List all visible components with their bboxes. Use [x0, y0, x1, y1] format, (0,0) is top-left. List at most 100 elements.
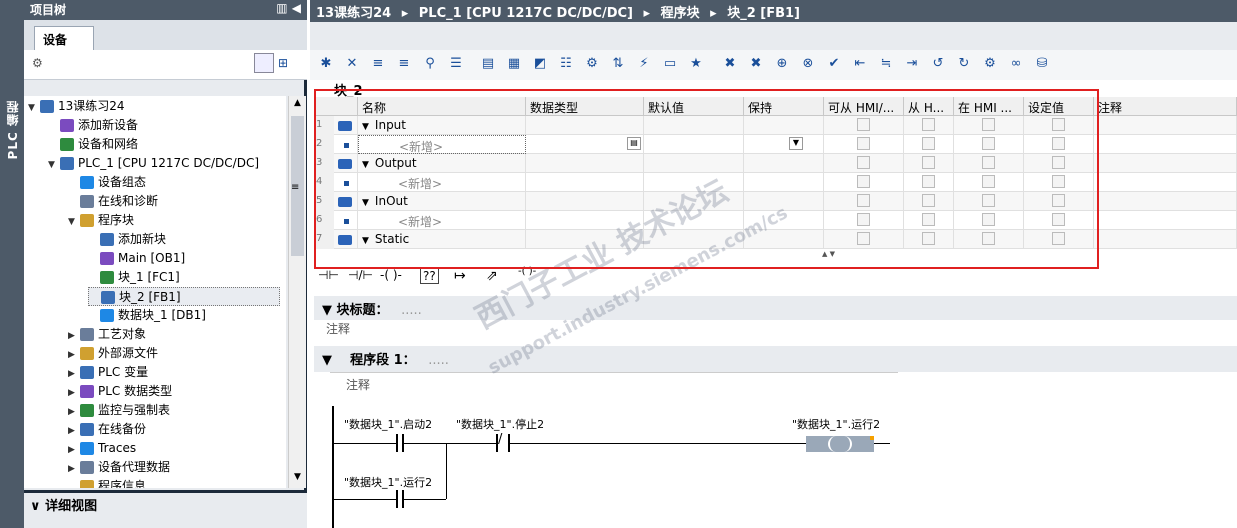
tree-item-icon: [60, 138, 74, 151]
coil-icon[interactable]: -( )-: [380, 268, 402, 282]
block-comment[interactable]: 注释: [326, 320, 350, 337]
toolbar-button-icon[interactable]: ✖: [746, 54, 766, 74]
toolbar-button-icon[interactable]: ⚙: [980, 54, 1000, 74]
tree-item-icon: [80, 461, 94, 474]
block-title-label: ▼ 块标题：: [322, 303, 389, 318]
toolbar-button-icon[interactable]: ⊕: [772, 54, 792, 74]
toolbar-button-icon[interactable]: ≡: [394, 54, 414, 74]
breadcrumb-program-blocks[interactable]: 程序块: [661, 6, 700, 21]
plc-programming-strip[interactable]: PLC 编程: [0, 0, 24, 528]
contact-stop[interactable]: /: [498, 432, 502, 447]
contact-start-label: "数据块_1".启动2: [344, 418, 433, 431]
toolbar-button-icon[interactable]: ✖: [720, 54, 740, 74]
network-label: ▼ 程序段 1：: [322, 353, 416, 368]
tree-item[interactable]: 数据块_1 [DB1]: [88, 306, 280, 325]
detail-view-bar[interactable]: ∨ 详细视图: [24, 490, 307, 528]
breadcrumb-block[interactable]: 块_2 [FB1]: [727, 6, 800, 21]
tree-item[interactable]: ▶ 在线备份: [68, 420, 280, 439]
table-cell[interactable]: [1094, 192, 1237, 211]
tree-toolbar: ⚙ ⊞: [24, 50, 307, 80]
breadcrumb-plc[interactable]: PLC_1 [CPU 1217C DC/DC/DC]: [419, 6, 633, 21]
table-cell[interactable]: [1094, 230, 1237, 249]
tree-item[interactable]: ▶ PLC 数据类型: [68, 382, 280, 401]
tree-item[interactable]: 程序信息: [68, 477, 280, 488]
toolbar-button-icon[interactable]: ▭: [660, 54, 680, 74]
toolbar-button-icon[interactable]: ☷: [556, 54, 576, 74]
toolbar-button-icon[interactable]: ◩: [530, 54, 550, 74]
toolbar-button-icon[interactable]: ⚙: [582, 54, 602, 74]
table-cell[interactable]: [1094, 211, 1237, 230]
tree-item[interactable]: ▶ PLC 变量: [68, 363, 280, 382]
tree-item[interactable]: 块_1 [FC1]: [88, 268, 280, 287]
tree-item-icon: [100, 309, 114, 322]
tree-item[interactable]: ▼ 程序块: [68, 211, 280, 230]
tree-item[interactable]: ▶ 监控与强制表: [68, 401, 280, 420]
toolbar-button-icon[interactable]: ↻: [954, 54, 974, 74]
tree-item[interactable]: 添加新块: [88, 230, 280, 249]
tree-item-label: 设备代理数据: [98, 460, 171, 474]
nc-contact-icon[interactable]: ⊣/⊢: [348, 268, 373, 282]
expanded-arrow-icon[interactable]: ▼: [28, 99, 40, 118]
toolbar-button-icon[interactable]: ⇤: [850, 54, 870, 74]
tree-item[interactable]: ▼ PLC_1 [CPU 1217C DC/DC/DC]: [48, 154, 280, 173]
tree-item[interactable]: ▶ 外部源文件: [68, 344, 280, 363]
breadcrumb-project[interactable]: 13课练习24: [316, 6, 391, 21]
tree-item[interactable]: 添加新设备: [48, 116, 280, 135]
tree-item[interactable]: 设备和网络: [48, 135, 280, 154]
tree-item[interactable]: ▶ 工艺对象: [68, 325, 280, 344]
tab-devices[interactable]: 设备: [34, 26, 94, 50]
tree-item-icon: [101, 291, 115, 304]
block-title-section[interactable]: ▼ 块标题： .....: [314, 296, 1237, 320]
tree-item[interactable]: ▼ 13课练习24: [28, 97, 280, 116]
network-1-header[interactable]: ▼ 程序段 1： .....: [314, 346, 1237, 372]
toolbar-button-icon[interactable]: ⊗: [798, 54, 818, 74]
table-cell[interactable]: [1094, 135, 1237, 154]
tree-item-label: 块_2 [FB1]: [119, 290, 181, 304]
toolbar-button-icon[interactable]: ∞: [1006, 54, 1026, 74]
network-comment[interactable]: 注释: [346, 376, 370, 393]
editor-toolbar: ✱ ✕ ≡ ≡ ⚲ ☰ ▤ ▦ ◩ ☷ ⚙ ⇅ ⚡ ▭ ★ ✖ ✖ ⊕ ⊗ ✔ ⇤ ≒ ⇥ ↺ ↻ ⚙ ∞ ⛁: [310, 50, 1237, 80]
table-cell[interactable]: [1094, 154, 1237, 173]
tree-item[interactable]: Main [OB1]: [88, 249, 280, 268]
empty-box-icon[interactable]: ??: [420, 268, 439, 284]
tree-item-label: 添加新块: [118, 232, 167, 246]
toolbar-button-icon[interactable]: ⚲: [420, 54, 440, 74]
toolbar-button-icon[interactable]: ≒: [876, 54, 896, 74]
table-cell[interactable]: [1094, 116, 1237, 135]
tree-item-icon: [80, 385, 94, 398]
tree-item-icon: [60, 119, 74, 132]
collapse-panel-icon[interactable]: ▥ ◀: [276, 1, 301, 15]
toolbar-button-icon[interactable]: ★: [686, 54, 706, 74]
tree-item[interactable]: 块_2 [FB1]: [88, 287, 280, 306]
toolbar-button-icon[interactable]: ⚡: [634, 54, 654, 74]
toolbar-button-icon[interactable]: ⇥: [902, 54, 922, 74]
coil-run[interactable]: [806, 436, 874, 452]
toolbar-button-icon[interactable]: ✱: [316, 54, 336, 74]
tree-item-label: 程序块: [98, 213, 135, 227]
tree-item[interactable]: 在线和诊断: [68, 192, 280, 211]
no-contact-icon[interactable]: ⊣⊢: [318, 268, 339, 282]
toolbar-button-icon[interactable]: ✕: [342, 54, 362, 74]
toolbar-button-icon[interactable]: ↺: [928, 54, 948, 74]
expanded-arrow-icon[interactable]: ▼: [48, 156, 60, 175]
toolbar-button-icon[interactable]: ▤: [478, 54, 498, 74]
toolbar-button-icon[interactable]: ✔: [824, 54, 844, 74]
tree-item[interactable]: 设备组态: [68, 173, 280, 192]
tree-settings-icon[interactable]: ⚙: [32, 56, 43, 70]
toolbar-button-icon[interactable]: ▦: [504, 54, 524, 74]
tree-item-label: PLC 变量: [98, 365, 149, 379]
tree-item[interactable]: ▶ 设备代理数据: [68, 458, 280, 477]
power-rail: [332, 406, 334, 528]
toolbar-button-icon[interactable]: ☰: [446, 54, 466, 74]
tree-view-icon[interactable]: [254, 53, 274, 73]
table-cell[interactable]: [1094, 173, 1237, 192]
expanded-arrow-icon[interactable]: ▼: [68, 213, 80, 232]
column-header[interactable]: 注释: [1094, 97, 1237, 116]
open-branch-icon[interactable]: ↦: [454, 268, 466, 284]
tree-add-icon[interactable]: ⊞: [278, 56, 288, 70]
toolbar-button-icon[interactable]: ≡: [368, 54, 388, 74]
toolbar-button-icon[interactable]: ⇅: [608, 54, 628, 74]
toolbar-button-icon[interactable]: ⛁: [1032, 54, 1052, 74]
tree-item[interactable]: ▶ Traces: [68, 439, 280, 458]
tree-scrollbar[interactable]: ▲ ≡ ▼: [288, 96, 306, 488]
